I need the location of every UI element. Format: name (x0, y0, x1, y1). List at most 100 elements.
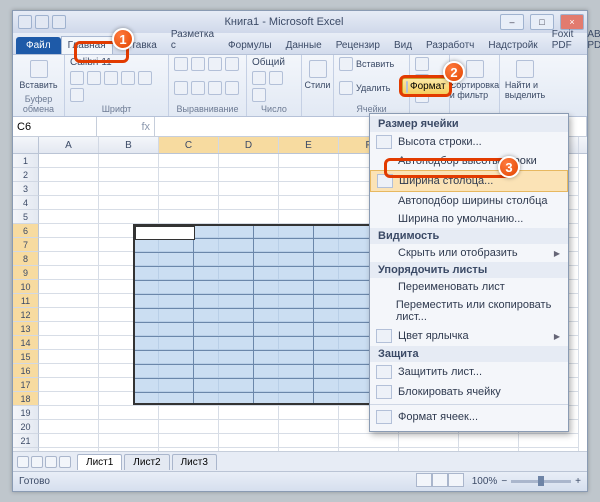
name-box[interactable]: C6 (13, 117, 97, 136)
merge-icon[interactable] (225, 81, 239, 95)
sheet-nav-first[interactable] (17, 456, 29, 468)
tab-addins[interactable]: Надстройк (481, 36, 544, 54)
cell[interactable] (159, 224, 219, 238)
cell[interactable] (159, 182, 219, 196)
cell[interactable] (219, 420, 279, 434)
cell[interactable] (159, 420, 219, 434)
cell[interactable] (219, 280, 279, 294)
menu-hide-unhide[interactable]: Скрыть или отобразить▶ (370, 244, 568, 262)
wrap-icon[interactable] (225, 57, 239, 71)
row-header[interactable]: 16 (13, 364, 39, 378)
cell[interactable] (159, 378, 219, 392)
comma-icon[interactable] (252, 88, 266, 102)
tab-home[interactable]: Главная (61, 36, 113, 54)
cell[interactable] (99, 224, 159, 238)
cell[interactable] (459, 434, 519, 448)
paste-button[interactable]: Вставить (18, 57, 59, 93)
align-right-icon[interactable] (208, 81, 222, 95)
row-header[interactable]: 5 (13, 210, 39, 224)
cell[interactable] (219, 266, 279, 280)
cell[interactable] (219, 392, 279, 406)
autosum-icon[interactable] (415, 57, 429, 71)
styles-button[interactable]: Стили (307, 57, 328, 93)
align-top-icon[interactable] (174, 57, 188, 71)
cell[interactable] (219, 406, 279, 420)
cell[interactable] (39, 322, 99, 336)
cell[interactable] (99, 238, 159, 252)
redo-icon[interactable] (52, 15, 66, 29)
cell[interactable] (99, 252, 159, 266)
cell[interactable] (279, 266, 339, 280)
cell[interactable] (39, 280, 99, 294)
cell[interactable] (339, 434, 399, 448)
cell[interactable] (39, 210, 99, 224)
undo-icon[interactable] (35, 15, 49, 29)
sheet-nav-last[interactable] (59, 456, 71, 468)
cell[interactable] (519, 434, 579, 448)
tab-foxit[interactable]: Foxit PDF (545, 25, 581, 54)
cell[interactable] (159, 406, 219, 420)
font-size-select[interactable]: 11 (101, 57, 111, 68)
zoom-out-button[interactable]: − (501, 476, 507, 487)
cell[interactable] (159, 238, 219, 252)
cell[interactable] (219, 168, 279, 182)
cell[interactable] (99, 350, 159, 364)
tab-data[interactable]: Данные (279, 36, 329, 54)
cell[interactable] (219, 434, 279, 448)
row-header[interactable]: 18 (13, 392, 39, 406)
menu-protect-sheet[interactable]: Защитить лист... (370, 362, 568, 382)
cell[interactable] (219, 336, 279, 350)
cell[interactable] (159, 210, 219, 224)
cell[interactable] (99, 378, 159, 392)
underline-icon[interactable] (104, 71, 118, 85)
cell[interactable] (279, 196, 339, 210)
zoom-level[interactable]: 100% (472, 476, 498, 487)
cell[interactable] (219, 308, 279, 322)
cell[interactable] (159, 252, 219, 266)
cell[interactable] (99, 196, 159, 210)
cell[interactable] (159, 154, 219, 168)
menu-row-height[interactable]: Высота строки... (370, 132, 568, 152)
align-center-icon[interactable] (191, 81, 205, 95)
sheet-tab[interactable]: Лист2 (124, 454, 169, 470)
cell[interactable] (219, 210, 279, 224)
cell[interactable] (39, 336, 99, 350)
cell[interactable] (39, 350, 99, 364)
menu-autofit-col[interactable]: Автоподбор ширины столбца (370, 192, 568, 210)
delete-cells-icon[interactable] (339, 81, 353, 95)
border-icon[interactable] (121, 71, 135, 85)
menu-lock-cell[interactable]: Блокировать ячейку (370, 382, 568, 402)
row-header[interactable]: 17 (13, 378, 39, 392)
tab-developer[interactable]: Разработч (419, 36, 481, 54)
row-header[interactable]: 4 (13, 196, 39, 210)
tab-review[interactable]: Рецензир (329, 36, 387, 54)
cell[interactable] (219, 252, 279, 266)
cell[interactable] (219, 378, 279, 392)
cell[interactable] (99, 406, 159, 420)
col-header[interactable]: B (99, 137, 159, 153)
row-header[interactable]: 14 (13, 336, 39, 350)
cell[interactable] (219, 182, 279, 196)
cell[interactable] (159, 280, 219, 294)
cell[interactable] (99, 420, 159, 434)
row-header[interactable]: 20 (13, 420, 39, 434)
view-normal-button[interactable] (416, 473, 432, 487)
row-header[interactable]: 3 (13, 182, 39, 196)
cell[interactable] (99, 294, 159, 308)
fill-color-icon[interactable] (138, 71, 152, 85)
cell[interactable] (159, 434, 219, 448)
cell[interactable] (279, 182, 339, 196)
cell[interactable] (219, 350, 279, 364)
col-header[interactable]: E (279, 137, 339, 153)
row-header[interactable]: 11 (13, 294, 39, 308)
italic-icon[interactable] (87, 71, 101, 85)
cell[interactable] (279, 434, 339, 448)
cell[interactable] (39, 168, 99, 182)
menu-rename-sheet[interactable]: Переименовать лист (370, 278, 568, 296)
cell[interactable] (39, 252, 99, 266)
row-header[interactable]: 10 (13, 280, 39, 294)
cell[interactable] (279, 154, 339, 168)
cell[interactable] (219, 322, 279, 336)
cell[interactable] (99, 308, 159, 322)
cell[interactable] (279, 308, 339, 322)
